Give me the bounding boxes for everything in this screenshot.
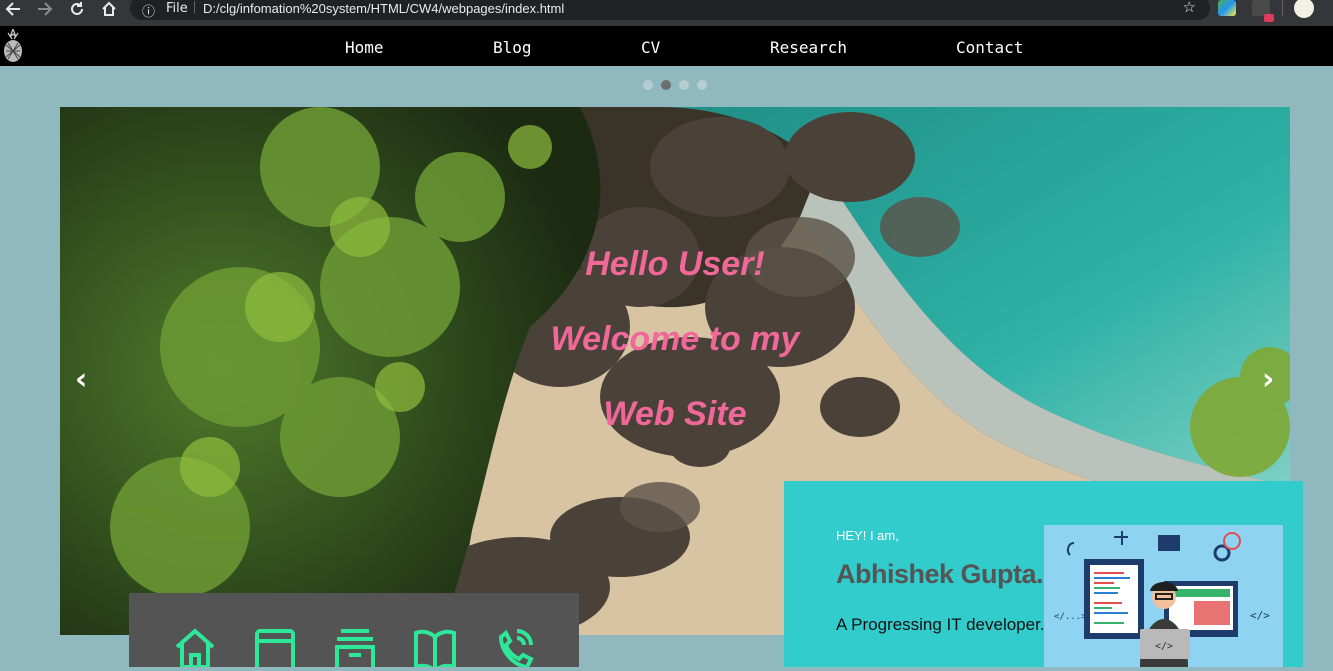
site-navbar: Home Blog CV Research Contact [0, 26, 1333, 66]
nav-link-home[interactable]: Home [345, 38, 384, 57]
profile-greeting: HEY! I am, [836, 528, 899, 543]
extension-icon[interactable] [1218, 0, 1236, 16]
home-icon [102, 1, 116, 16]
arrow-left-icon [5, 2, 20, 16]
address-bar[interactable]: ⓘ File D:/clg/infomation%20system/HTML/C… [130, 0, 1210, 20]
pineapple-logo-icon[interactable] [2, 29, 24, 63]
reload-button[interactable] [66, 0, 88, 18]
url-text[interactable]: D:/clg/infomation%20system/HTML/CW4/webp… [203, 1, 564, 16]
home-icon[interactable] [173, 627, 217, 667]
reload-icon [71, 2, 83, 15]
svg-text:</>: </> [1250, 609, 1270, 622]
browser-window-icon[interactable] [253, 627, 297, 667]
developer-illustration: </> </...> </> [1044, 525, 1283, 667]
phone-call-icon[interactable] [493, 627, 537, 667]
separator [194, 1, 195, 13]
carousel-prev-button[interactable]: ‹ [75, 362, 87, 397]
extension-badge [1264, 14, 1274, 22]
headline-line: Web Site [603, 395, 747, 433]
carousel-next-button[interactable]: › [1262, 362, 1274, 397]
developer-at-computer-icon: </> </...> </> [1054, 531, 1270, 667]
quick-links-panel [129, 593, 579, 667]
bookmark-star-icon[interactable]: ☆ [1183, 0, 1196, 16]
nav-link-research[interactable]: Research [770, 38, 847, 57]
carousel-indicator[interactable] [697, 80, 707, 90]
browser-toolbar: ⓘ File D:/clg/infomation%20system/HTML/C… [0, 0, 1333, 26]
profile-name: Abhishek Gupta. [836, 559, 1044, 589]
archive-icon[interactable] [333, 627, 377, 667]
book-icon[interactable] [413, 627, 457, 667]
profile-role: A Progressing IT developer. [836, 615, 1045, 634]
site-info-icon[interactable]: ⓘ [142, 1, 155, 20]
file-label: File [166, 1, 188, 16]
forward-button[interactable] [34, 0, 56, 18]
headline-line: Hello User! [585, 245, 765, 283]
profile-avatar[interactable] [1294, 0, 1314, 18]
arrow-right-icon [38, 2, 53, 16]
extension-icon[interactable] [1252, 0, 1274, 22]
nav-link-cv[interactable]: CV [641, 38, 660, 57]
nav-link-contact[interactable]: Contact [956, 38, 1023, 57]
toolbar-divider [1282, 0, 1283, 16]
nav-link-blog[interactable]: Blog [493, 38, 532, 57]
home-button[interactable] [98, 0, 120, 18]
svg-text:</>: </> [1155, 641, 1173, 652]
svg-text:</...>: </...> [1054, 612, 1087, 622]
headline-line: Welcome to my [550, 320, 800, 358]
carousel-indicator[interactable] [643, 80, 653, 90]
profile-card: HEY! I am, Abhishek Gupta. A Progressing… [784, 481, 1303, 667]
back-button[interactable] [2, 0, 24, 18]
carousel-indicator-active[interactable] [661, 80, 671, 90]
carousel-indicator[interactable] [679, 80, 689, 90]
